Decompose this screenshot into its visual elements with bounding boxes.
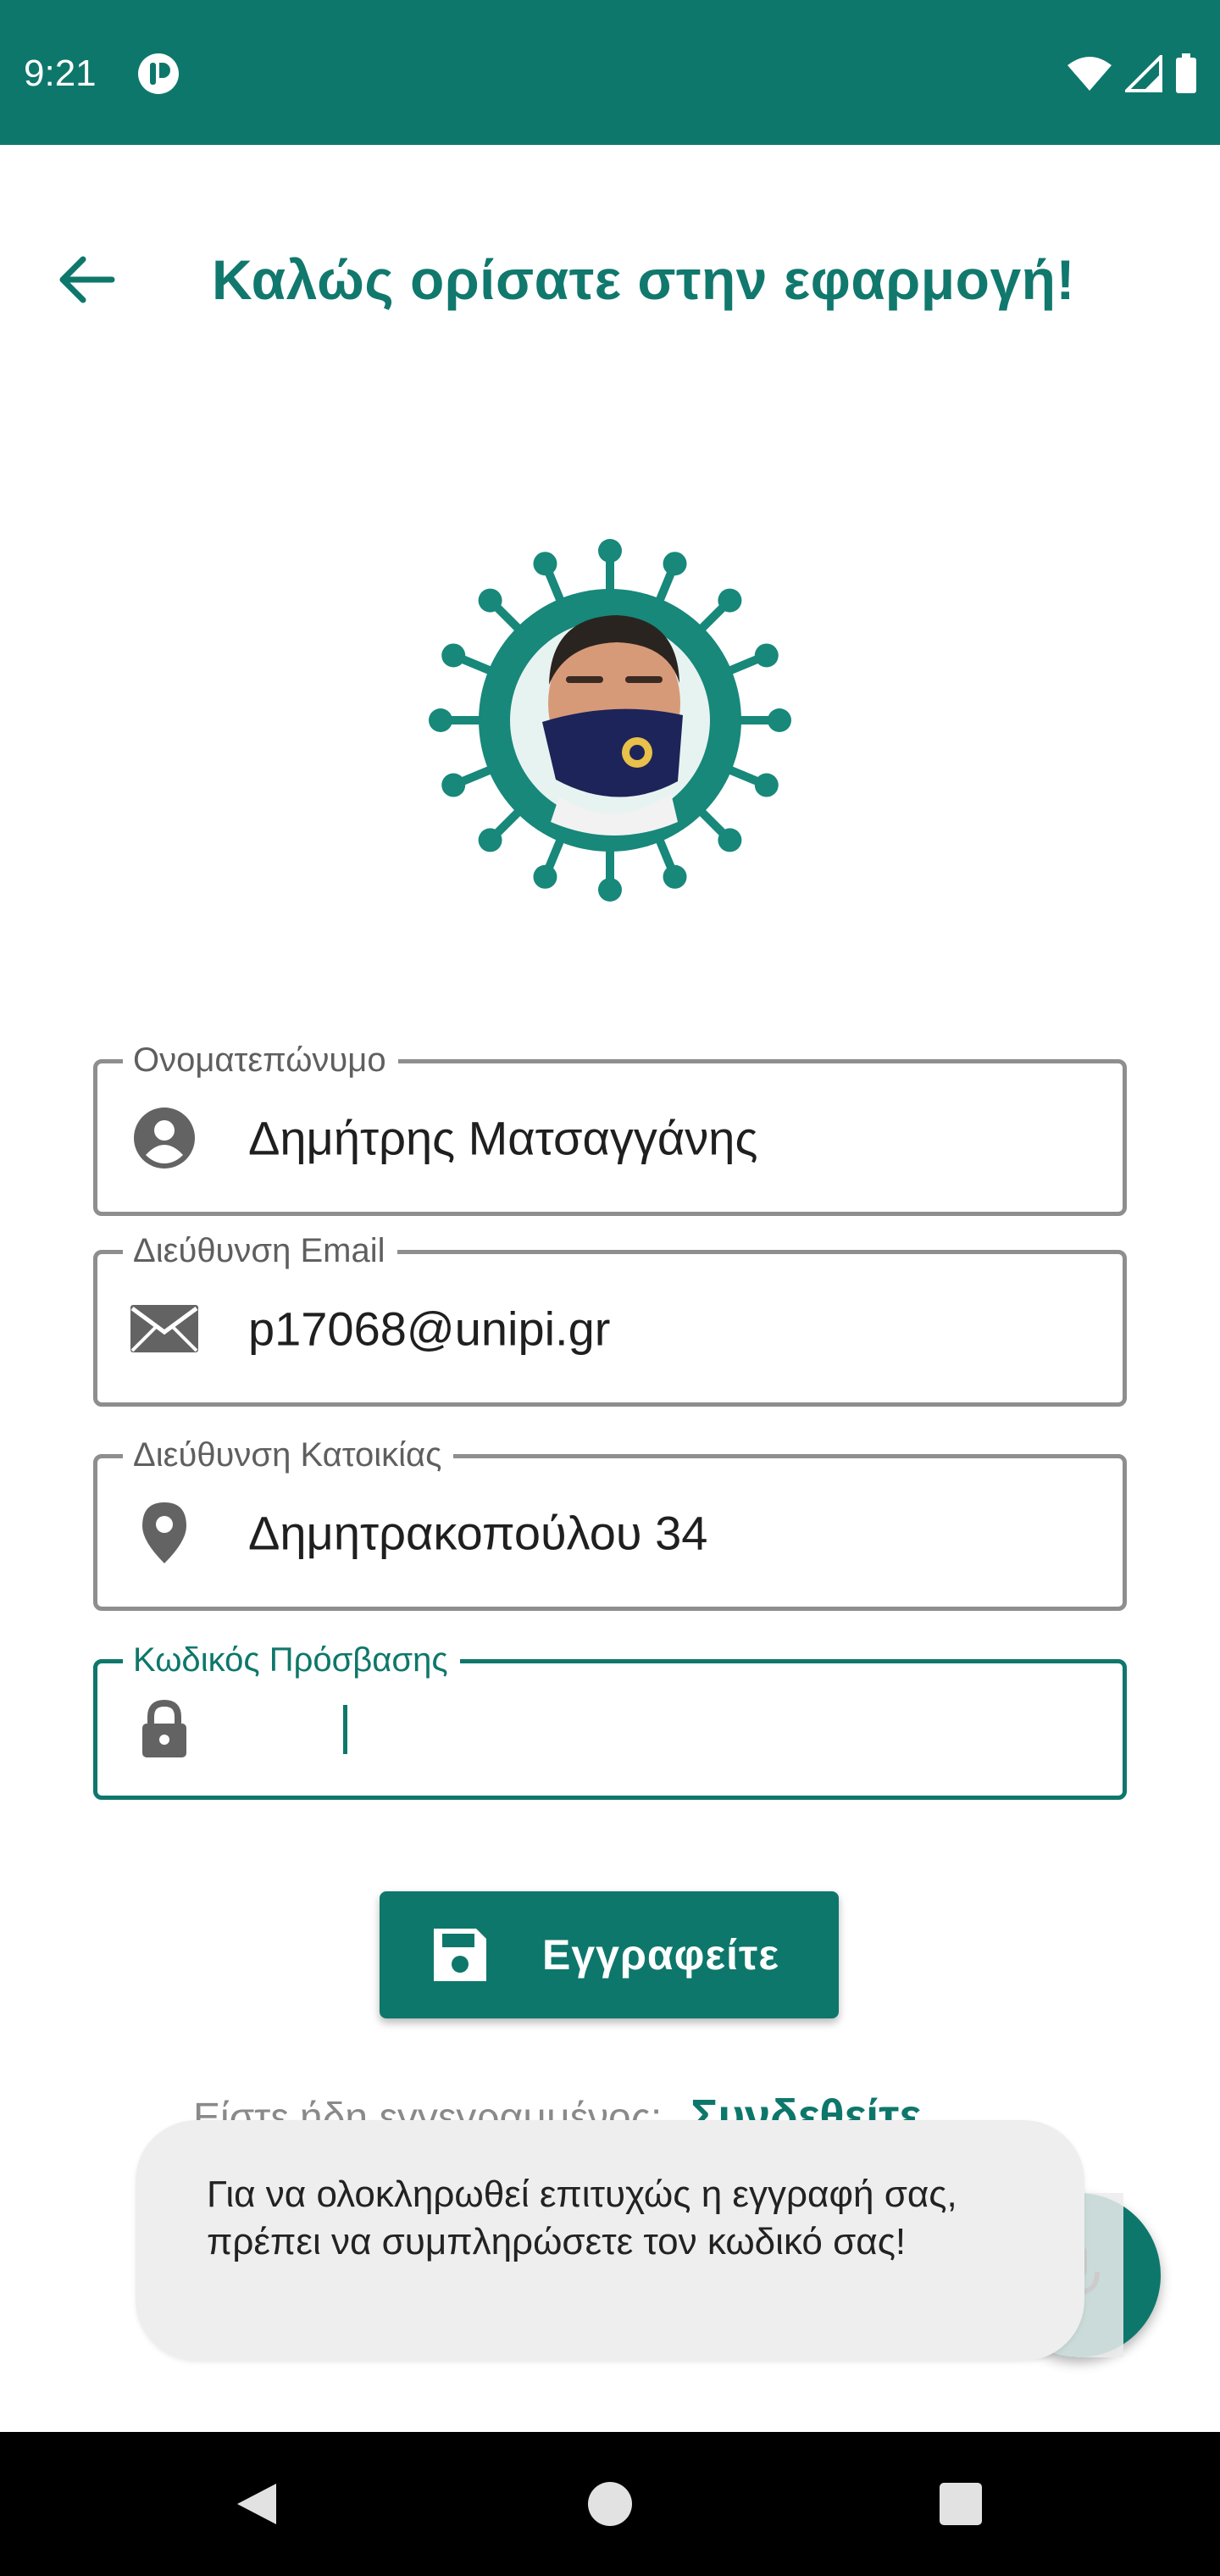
nav-recents-icon — [940, 2483, 982, 2525]
email-label: Διεύθυνση Email — [123, 1229, 397, 1273]
register-button[interactable]: Εγγραφείτε — [380, 1891, 839, 2018]
virus-logo-icon — [429, 539, 791, 902]
save-icon — [434, 1929, 486, 1981]
password-field[interactable]: Κωδικός Πρόσβασης — [93, 1638, 1127, 1800]
arrow-back-icon — [59, 256, 115, 303]
address-field[interactable]: Διεύθυνση Κατοικίας Δημητρακοπούλου 34 — [93, 1433, 1127, 1611]
fullname-value: Δημήτρης Ματσαγγάνης — [248, 1111, 758, 1164]
status-time: 9:21 — [24, 53, 97, 94]
toast-text: Για να ολοκληρωθεί επιτυχώς η εγγραφή σα… — [207, 2174, 957, 2262]
address-label: Διεύθυνση Κατοικίας — [123, 1433, 454, 1477]
battery-icon — [1176, 53, 1196, 93]
password-input[interactable] — [241, 1663, 1106, 1796]
address-value: Δημητρακοπούλου 34 — [248, 1506, 708, 1559]
system-nav-bar — [0, 2432, 1220, 2576]
nav-home-icon — [588, 2482, 632, 2526]
text-caret — [343, 1705, 347, 1754]
toast-message: Για να ολοκληρωθεί επιτυχώς η εγγραφή σα… — [136, 2120, 1084, 2361]
email-field[interactable]: Διεύθυνση Email p17068@unipi.gr — [93, 1229, 1127, 1407]
lock-icon — [128, 1693, 201, 1766]
nav-back-button[interactable] — [222, 2470, 290, 2538]
page-title: Καλώς ορίσατε στην εφαρμογή! — [212, 248, 1075, 311]
back-button[interactable] — [49, 249, 122, 310]
account-circle-icon — [128, 1102, 201, 1174]
fullname-field[interactable]: Ονοματεπώνυμο Δημήτρης Ματσαγγάνης — [93, 1038, 1127, 1216]
nav-recents-button[interactable] — [927, 2470, 995, 2538]
app-logo — [429, 539, 791, 902]
fullname-label: Ονοματεπώνυμο — [123, 1038, 398, 1082]
nav-back-icon — [237, 2484, 276, 2524]
location-pin-icon — [128, 1496, 201, 1569]
mail-icon — [128, 1292, 201, 1365]
nav-home-button[interactable] — [576, 2470, 644, 2538]
cell-signal-icon — [1125, 55, 1162, 92]
email-value: p17068@unipi.gr — [248, 1302, 611, 1355]
status-bar: 9:21 — [0, 0, 1220, 145]
wifi-icon — [1068, 57, 1112, 91]
app-notification-icon — [138, 53, 179, 94]
status-icons — [1066, 51, 1198, 97]
register-button-label: Εγγραφείτε — [542, 1931, 780, 1979]
